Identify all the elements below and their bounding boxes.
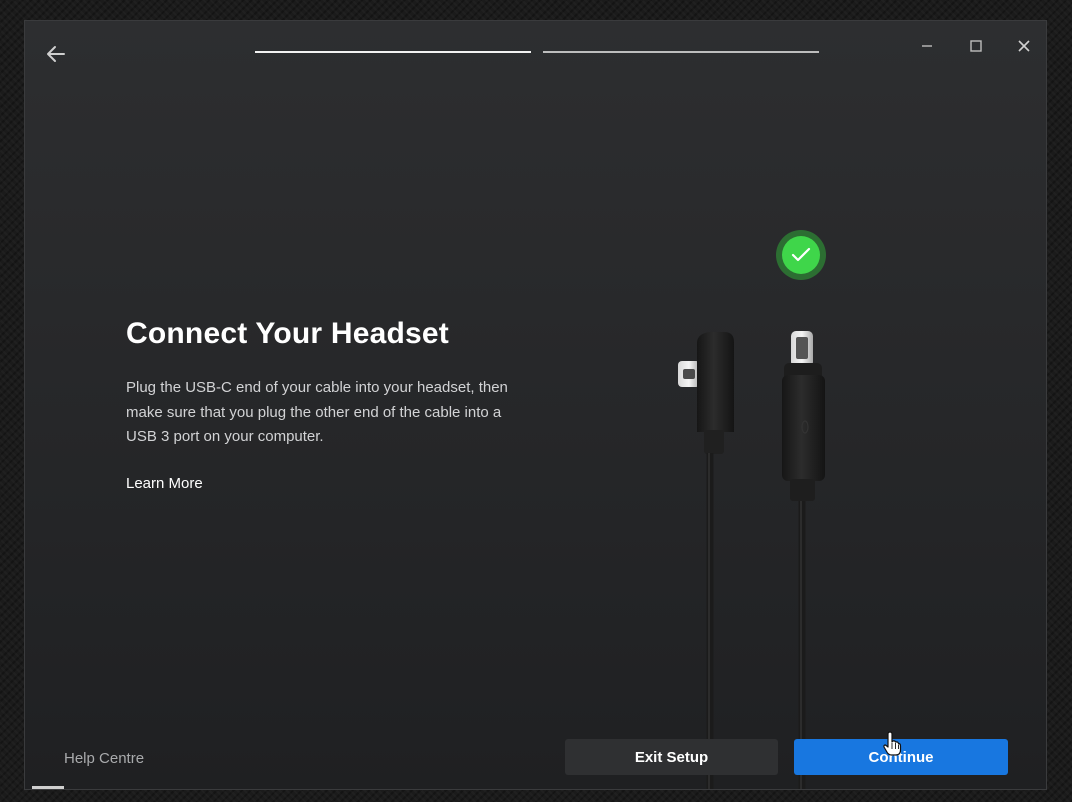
hand-cursor-icon: [883, 731, 902, 756]
back-arrow-icon[interactable]: [43, 41, 69, 67]
maximize-icon[interactable]: [961, 35, 991, 57]
exit-setup-button[interactable]: Exit Setup: [565, 739, 778, 775]
taskbar-indicator: [32, 786, 64, 789]
progress-step-1: [255, 51, 531, 53]
instructions-text: Plug the USB-C end of your cable into yo…: [126, 379, 508, 445]
check-circle-icon: [776, 230, 826, 280]
page-title: Connect Your Headset: [126, 317, 449, 350]
usb-c-cable-illustration: [678, 230, 826, 789]
close-icon[interactable]: [1009, 35, 1039, 57]
help-centre-link[interactable]: Help Centre: [64, 750, 144, 767]
minimize-icon[interactable]: [912, 35, 942, 57]
progress-step-2: [543, 51, 819, 53]
learn-more-link[interactable]: Learn More: [126, 475, 203, 492]
setup-window: Connect Your Headset Plug the USB-C end …: [24, 20, 1047, 790]
